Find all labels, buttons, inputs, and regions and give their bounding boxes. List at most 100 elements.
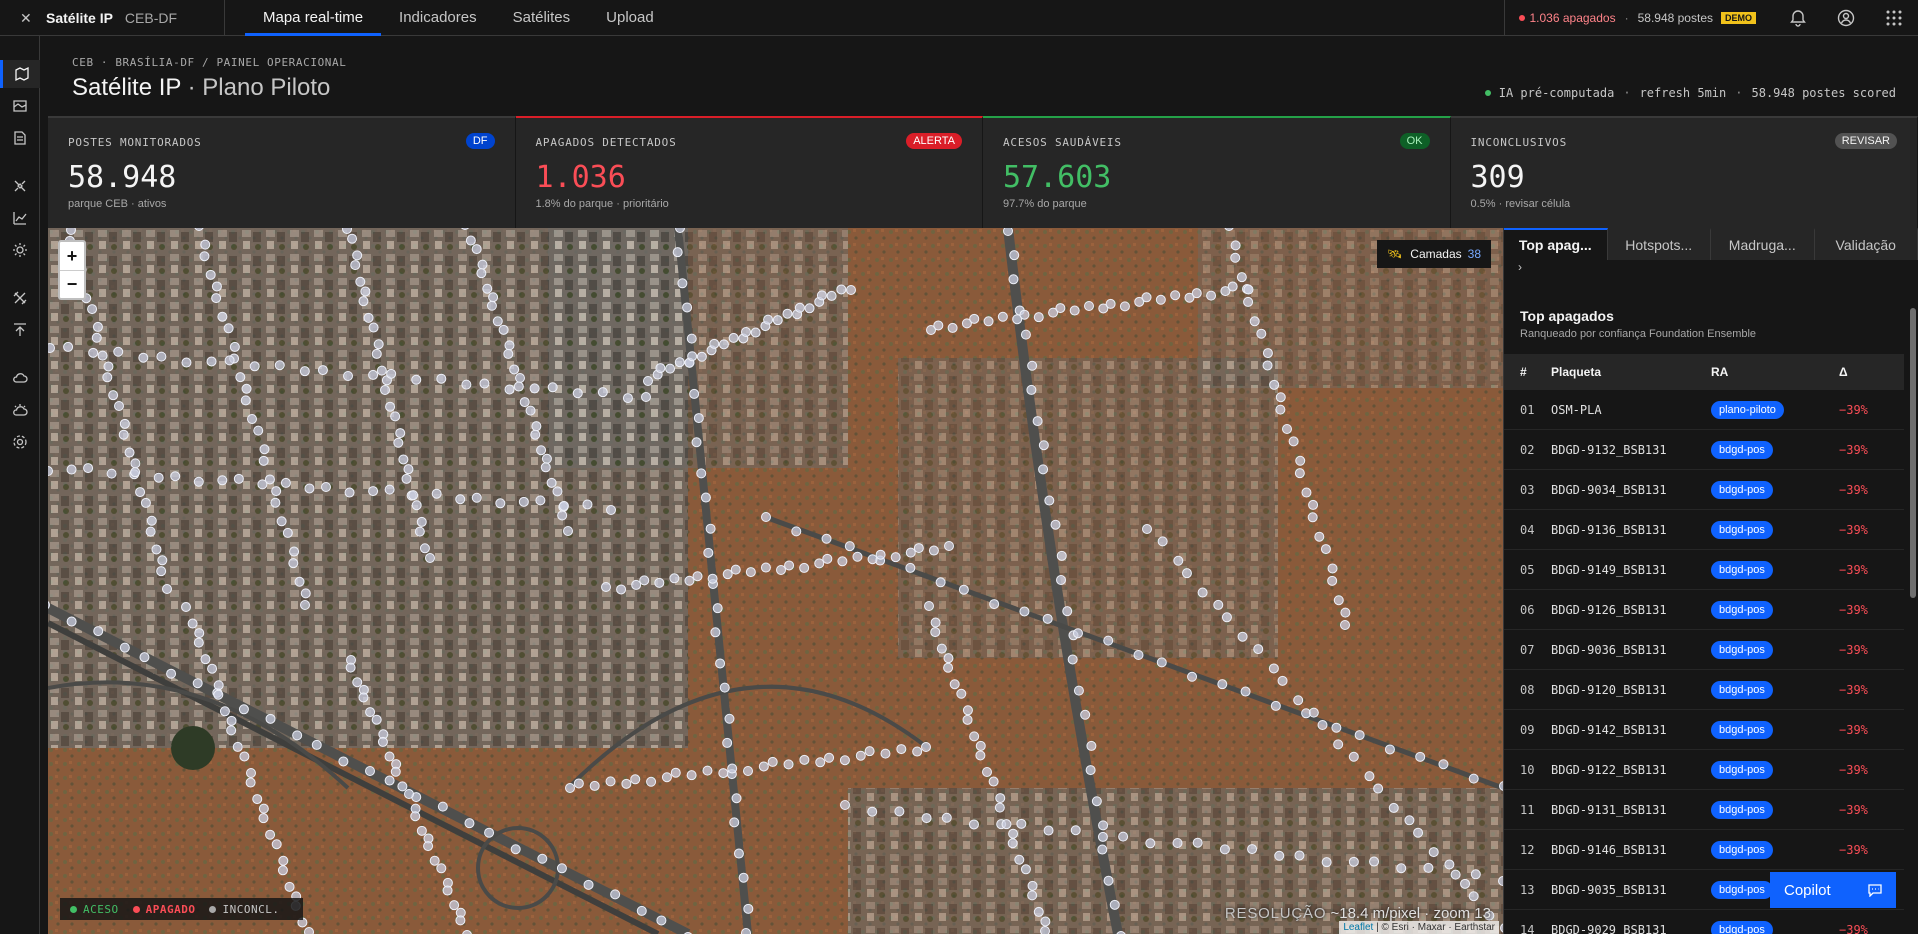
post-marker[interactable] — [531, 421, 542, 432]
post-marker[interactable] — [799, 562, 810, 573]
post-marker[interactable] — [1288, 436, 1299, 447]
post-marker[interactable] — [537, 853, 548, 864]
post-marker[interactable] — [1069, 305, 1080, 316]
post-marker[interactable] — [622, 393, 633, 404]
post-marker[interactable] — [140, 497, 151, 508]
post-marker[interactable] — [436, 373, 447, 384]
post-marker[interactable] — [1340, 607, 1351, 618]
post-marker[interactable] — [410, 811, 421, 822]
post-marker[interactable] — [1230, 240, 1241, 251]
post-marker[interactable] — [292, 730, 303, 741]
rail-night-icon[interactable] — [0, 396, 40, 424]
post-marker[interactable] — [1450, 869, 1461, 880]
post-marker[interactable] — [226, 725, 237, 736]
post-marker[interactable] — [682, 302, 693, 313]
post-marker[interactable] — [563, 526, 573, 536]
post-marker[interactable] — [259, 444, 270, 455]
post-marker[interactable] — [1317, 720, 1328, 730]
post-marker[interactable] — [509, 364, 520, 375]
post-marker[interactable] — [606, 505, 616, 515]
post-marker[interactable] — [193, 637, 204, 648]
post-marker[interactable] — [1001, 819, 1012, 830]
post-marker[interactable] — [733, 848, 744, 859]
table-row[interactable]: 12 BDGD-9146_BSB131 bdgd-pos −39% — [1504, 830, 1904, 870]
post-marker[interactable] — [229, 341, 240, 352]
post-marker[interactable] — [304, 927, 314, 934]
post-marker[interactable] — [1043, 825, 1054, 836]
post-marker[interactable] — [1253, 644, 1264, 655]
table-row[interactable]: 06 BDGD-9126_BSB131 bdgd-pos −39% — [1504, 590, 1904, 630]
post-marker[interactable] — [1373, 783, 1384, 794]
post-marker[interactable] — [689, 388, 700, 399]
post-marker[interactable] — [597, 387, 608, 398]
user-profile-icon[interactable] — [1822, 0, 1870, 36]
post-marker[interactable] — [376, 365, 387, 376]
post-marker[interactable] — [371, 348, 382, 359]
post-marker[interactable] — [1301, 487, 1312, 498]
post-marker[interactable] — [486, 300, 497, 311]
post-marker[interactable] — [253, 425, 264, 436]
post-marker[interactable] — [1197, 587, 1208, 598]
post-marker[interactable] — [983, 316, 994, 327]
post-marker[interactable] — [715, 658, 726, 669]
post-marker[interactable] — [582, 499, 593, 510]
post-marker[interactable] — [804, 303, 815, 314]
ra-tag[interactable]: bdgd-pos — [1711, 840, 1773, 859]
post-marker[interactable] — [294, 576, 305, 587]
zoom-in-button[interactable]: + — [60, 242, 84, 270]
post-marker[interactable] — [913, 543, 924, 554]
col-delta[interactable]: Δ — [1839, 365, 1899, 379]
table-row[interactable]: 05 BDGD-9149_BSB131 bdgd-pos −39% — [1504, 550, 1904, 590]
post-marker[interactable] — [1103, 875, 1114, 886]
post-marker[interactable] — [1008, 274, 1019, 285]
post-marker[interactable] — [1327, 575, 1338, 586]
post-marker[interactable] — [703, 547, 714, 558]
post-marker[interactable] — [639, 575, 650, 586]
post-marker[interactable] — [1468, 773, 1479, 784]
post-marker[interactable] — [66, 616, 77, 627]
post-marker[interactable] — [1340, 620, 1350, 630]
col-plaqueta[interactable]: Plaqueta — [1551, 365, 1711, 379]
post-marker[interactable] — [48, 343, 55, 353]
post-marker[interactable] — [1470, 869, 1481, 880]
post-marker[interactable] — [1243, 284, 1254, 295]
post-marker[interactable] — [921, 742, 931, 752]
post-marker[interactable] — [767, 756, 778, 767]
post-marker[interactable] — [729, 817, 740, 828]
ra-tag[interactable]: bdgd-pos — [1711, 920, 1773, 934]
post-marker[interactable] — [258, 455, 269, 466]
post-marker[interactable] — [384, 775, 395, 786]
post-marker[interactable] — [321, 482, 331, 492]
panel-scrollbar[interactable] — [1910, 308, 1916, 598]
post-marker[interactable] — [1444, 859, 1455, 870]
post-marker[interactable] — [975, 740, 986, 751]
post-marker[interactable] — [365, 766, 375, 776]
post-marker[interactable] — [958, 584, 969, 595]
post-marker[interactable] — [289, 546, 300, 557]
post-marker[interactable] — [343, 371, 353, 381]
post-marker[interactable] — [403, 464, 414, 475]
rail-tools-icon[interactable] — [0, 284, 40, 312]
post-marker[interactable] — [815, 757, 826, 768]
post-marker[interactable] — [654, 577, 665, 588]
post-marker[interactable] — [743, 766, 753, 776]
post-marker[interactable] — [265, 713, 276, 724]
post-marker[interactable] — [311, 739, 322, 750]
post-marker[interactable] — [271, 839, 282, 850]
post-marker[interactable] — [124, 447, 135, 458]
post-marker[interactable] — [371, 714, 382, 725]
post-marker[interactable] — [471, 244, 482, 255]
post-marker[interactable] — [741, 327, 751, 337]
post-marker[interactable] — [1364, 771, 1375, 782]
post-marker[interactable] — [280, 477, 291, 488]
ra-tag[interactable]: bdgd-pos — [1711, 520, 1773, 539]
post-marker[interactable] — [241, 383, 252, 394]
post-marker[interactable] — [855, 750, 866, 761]
post-marker[interactable] — [750, 327, 761, 338]
post-marker[interactable] — [1007, 838, 1018, 849]
table-row[interactable]: 04 BDGD-9136_BSB131 bdgd-pos −39% — [1504, 510, 1904, 550]
post-marker[interactable] — [504, 340, 515, 351]
post-marker[interactable] — [1073, 685, 1084, 696]
post-marker[interactable] — [384, 751, 395, 762]
post-marker[interactable] — [455, 915, 466, 926]
